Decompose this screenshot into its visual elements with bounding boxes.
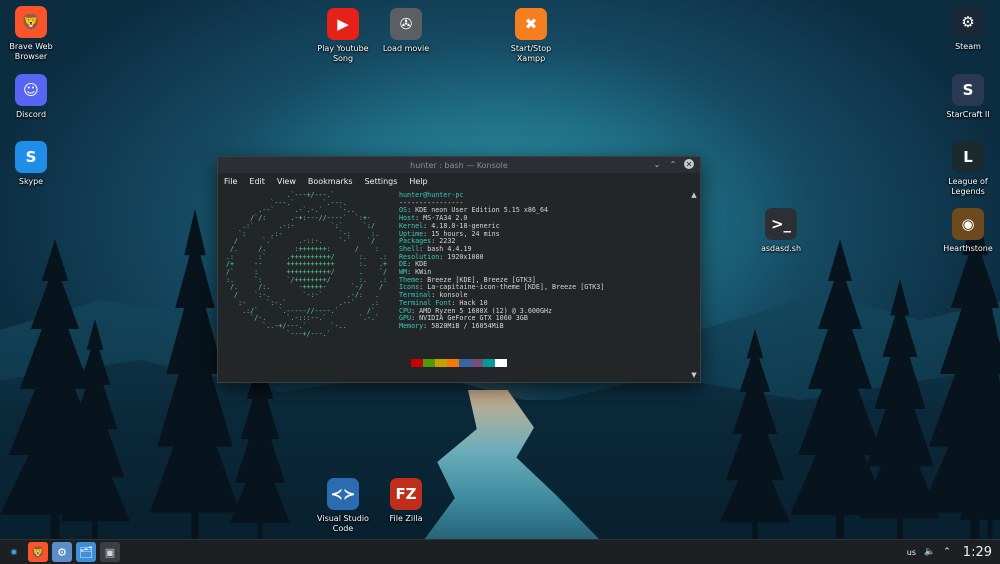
desktop-icon-label: Hearthstone <box>943 244 993 253</box>
hearthstone-icon: ◉ <box>952 208 984 240</box>
desktop-icon-label: Play Youtube Song <box>317 44 369 63</box>
maximize-icon[interactable]: ⌃ <box>668 159 678 169</box>
info-value: 1920x1080 <box>447 252 484 261</box>
tray-expand-icon[interactable]: ⌃ <box>943 547 951 557</box>
menu-settings[interactable]: Settings <box>365 177 398 186</box>
window-title: hunter : bash — Konsole <box>410 160 508 170</box>
desktop-icon-label: asdasd.sh <box>760 244 802 253</box>
desktop-icon-shell-script[interactable]: >_ asdasd.sh <box>746 208 816 254</box>
neofetch-info: hunter@hunter-pc ---------------- OS: KDE … <box>399 191 604 331</box>
minimize-icon[interactable]: ⌄ <box>652 159 662 169</box>
desktop-icon-brave[interactable]: 🦁 Brave Web Browser <box>0 6 66 62</box>
starcraft-icon: S <box>952 74 984 106</box>
desktop-icon-vscode[interactable]: ≺≻ Visual Studio Code <box>308 478 378 534</box>
desktop-icon-label: StarCraft II <box>946 110 990 119</box>
close-icon[interactable]: ✕ <box>684 159 694 169</box>
desktop-icon-filezilla[interactable]: FZ File Zilla <box>371 478 441 524</box>
palette-swatch <box>447 359 459 367</box>
desktop-icon-skype[interactable]: S Skype <box>0 141 66 187</box>
menu-file[interactable]: File <box>224 177 237 186</box>
kde-ascii-logo: .`---+/---.` `---.` `.---. .--` .-`.-.` … <box>226 191 387 338</box>
window-titlebar[interactable]: hunter : bash — Konsole ⌄ ⌃ ✕ <box>218 157 700 173</box>
info-row: Resolution: 1920x1080 <box>399 252 604 262</box>
scrollbar[interactable]: ▲ ▼ <box>690 191 698 379</box>
palette-swatch <box>459 359 471 367</box>
discord-icon: ☺ <box>15 74 47 106</box>
palette-swatch <box>495 359 507 367</box>
brave-icon: 🦁 <box>15 6 47 38</box>
taskbar: ✷ 🦁 ⚙ 🗂 ▣ us 🔈 ⌃ 1:29 <box>0 539 1000 564</box>
volume-icon[interactable]: 🔈 <box>924 547 935 557</box>
konsole-window[interactable]: hunter : bash — Konsole ⌄ ⌃ ✕ File Edit … <box>217 156 701 383</box>
desktop-icon-league-of-legends[interactable]: L League of Legends <box>933 141 1000 197</box>
xampp-icon: ✖ <box>515 8 547 40</box>
info-key: Memory <box>399 321 424 330</box>
brave-taskbar-icon[interactable]: 🦁 <box>28 542 48 562</box>
clock[interactable]: 1:29 <box>963 545 992 560</box>
desktop-icon-youtube[interactable]: ▶ Play Youtube Song <box>308 8 378 64</box>
file-manager-icon[interactable]: 🗂 <box>76 542 96 562</box>
menubar: File Edit View Bookmarks Settings Help <box>218 173 700 189</box>
info-value: 5820MiB / 16054MiB <box>431 321 504 330</box>
desktop-icon-label: Brave Web Browser <box>9 42 53 61</box>
ascii-line: `---+/---.` <box>226 329 331 338</box>
steam-icon: ⚙ <box>952 6 984 38</box>
palette-swatch <box>423 359 435 367</box>
terminal-output[interactable]: .`---+/---.` `---.` `.---. .--` .-`.-.` … <box>218 189 688 381</box>
desktop-icon-label: Load movie <box>382 44 430 53</box>
shell-script-icon: >_ <box>765 208 797 240</box>
palette-swatch <box>411 359 423 367</box>
film-reel-icon: ✇ <box>390 8 422 40</box>
palette-swatch <box>471 359 483 367</box>
league-of-legends-icon: L <box>952 141 984 173</box>
youtube-icon: ▶ <box>327 8 359 40</box>
vscode-icon: ≺≻ <box>327 478 359 510</box>
app-launcher-icon[interactable]: ✷ <box>4 542 24 562</box>
skype-icon: S <box>15 141 47 173</box>
desktop-icon-label: Skype <box>18 177 44 186</box>
menu-edit[interactable]: Edit <box>249 177 265 186</box>
info-row: Memory: 5820MiB / 16054MiB <box>399 321 604 331</box>
system-settings-icon[interactable]: ⚙ <box>52 542 72 562</box>
konsole-taskbar-icon[interactable]: ▣ <box>100 542 120 562</box>
desktop-icon-hearthstone[interactable]: ◉ Hearthstone <box>933 208 1000 254</box>
keyboard-layout-indicator[interactable]: us <box>907 548 916 557</box>
desktop-icon-starcraft[interactable]: S StarCraft II <box>933 74 1000 120</box>
taskbar-launchers: ✷ 🦁 ⚙ 🗂 ▣ <box>0 542 120 562</box>
palette-swatch <box>435 359 447 367</box>
desktop-icon-film-reel[interactable]: ✇ Load movie <box>371 8 441 54</box>
desktop-icon-xampp[interactable]: ✖ Start/Stop Xampp <box>496 8 566 64</box>
desktop-icon-label: Steam <box>955 42 981 51</box>
desktop-icon-label: Start/Stop Xampp <box>510 44 552 63</box>
desktop-icon-steam[interactable]: ⚙ Steam <box>933 6 1000 52</box>
desktop-icon-label: League of Legends <box>948 177 988 196</box>
desktop-icon-label: Visual Studio Code <box>317 514 369 533</box>
filezilla-icon: FZ <box>390 478 422 510</box>
color-palette <box>411 359 507 367</box>
palette-swatch <box>483 359 495 367</box>
scroll-up-icon[interactable]: ▲ <box>690 191 698 199</box>
desktop-icon-discord[interactable]: ☺ Discord <box>0 74 66 120</box>
system-tray: us 🔈 ⌃ 1:29 <box>907 540 992 564</box>
menu-bookmarks[interactable]: Bookmarks <box>308 177 353 186</box>
menu-help[interactable]: Help <box>409 177 427 186</box>
scroll-down-icon[interactable]: ▼ <box>690 371 698 379</box>
desktop-icon-label: Discord <box>15 110 47 119</box>
desktop-icon-label: File Zilla <box>389 514 423 523</box>
menu-view[interactable]: View <box>277 177 296 186</box>
